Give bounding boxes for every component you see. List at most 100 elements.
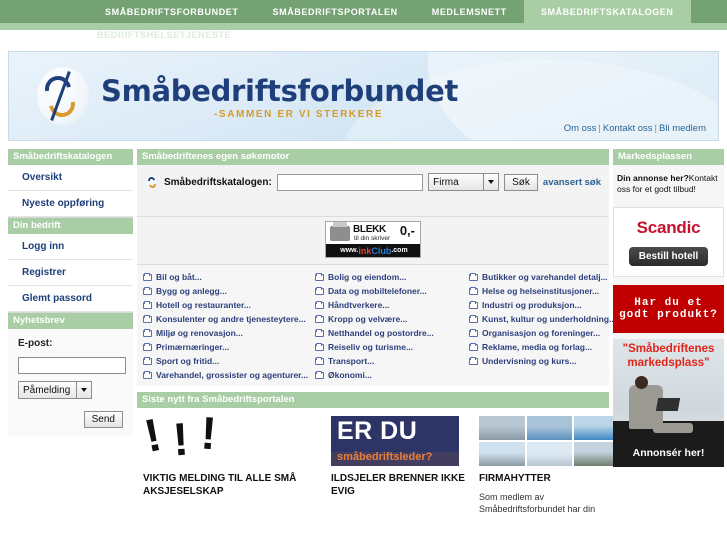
news-image-subline: småbedriftsleder? xyxy=(337,451,433,463)
product-ad-line2: godt produkt? xyxy=(619,309,718,321)
ad-headline: BLEKK xyxy=(353,224,386,235)
banner-ad-row: BLEKK 0,- til din skriver www. ink Club .co… xyxy=(137,217,609,264)
sidebar-item-nyeste-oppforing[interactable]: Nyeste oppføring xyxy=(8,191,133,217)
sidebar-section-title-nyhetsbrev: Nyhetsbrev xyxy=(8,313,133,329)
category-item[interactable]: Netthandel og postordre... xyxy=(315,326,463,340)
marketplace-ad-line1: "Småbedriftenes xyxy=(622,343,715,355)
category-label: Primærnæringer... xyxy=(156,342,230,352)
nav-tab-smabedriftskatalogen[interactable]: SMÅBEDRIFTSKATALOGEN xyxy=(523,0,691,23)
marketplace-ad-invite[interactable]: Din annonse her?Kontakt oss for et godt … xyxy=(613,165,724,205)
product-ad-line1: Har du et xyxy=(634,297,703,309)
news-item-1: !!! VIKTIG MELDING TIL ALLE SMÅ AKSJESEL… xyxy=(137,407,323,515)
content-columns: Småbedriftskatalogen Oversikt Nyeste opp… xyxy=(8,149,724,515)
news-title[interactable]: FIRMAHYTTER xyxy=(479,472,625,485)
ad-url-www: www. xyxy=(340,247,359,254)
ad-url-com: .com xyxy=(391,247,408,254)
ad-url-ink: ink xyxy=(358,245,372,256)
nav-tab-medlemsnett[interactable]: MEDLEMSNETT xyxy=(415,0,524,23)
ad-url-club: Club xyxy=(371,245,392,256)
newsletter-send-button[interactable]: Send xyxy=(83,411,123,428)
category-item[interactable]: Konsulenter og andre tjenesteytere... xyxy=(143,312,309,326)
folder-icon xyxy=(315,342,324,351)
top-nav-tab-list: SMÅBEDRIFTSFORBUNDET SMÅBEDRIFTSPORTALEN… xyxy=(0,0,727,23)
chevron-down-icon xyxy=(76,382,88,398)
news-title[interactable]: VIKTIG MELDING TIL ALLE SMÅ AKSJESELSKAP xyxy=(143,472,323,498)
category-item[interactable]: Industri og produksjon... xyxy=(469,298,609,312)
category-panel: Bil og båt... Bygg og anlegg... Hotell o… xyxy=(137,264,616,386)
newsletter-action-select[interactable]: Påmelding xyxy=(18,381,93,399)
category-item[interactable]: Sport og fritid... xyxy=(143,354,309,368)
category-item[interactable]: Reiseliv og turisme... xyxy=(315,340,463,354)
news-panel-title: Siste nytt fra Småbedriftsportalen xyxy=(137,392,609,408)
category-item[interactable]: Bolig og eiendom... xyxy=(315,270,463,284)
header-utility-links: Om oss | Kontakt oss | Bli medlem xyxy=(564,123,706,134)
sidebar-item-logg-inn[interactable]: Logg inn xyxy=(8,234,133,260)
category-item[interactable]: Økonomi... xyxy=(315,368,463,382)
folder-icon xyxy=(469,272,478,281)
category-item[interactable]: Undervisning og kurs... xyxy=(469,354,609,368)
sidebar-item-registrer[interactable]: Registrer xyxy=(8,260,133,286)
news-image-er-du[interactable]: ER DU småbedriftsleder? xyxy=(331,416,459,466)
folder-icon xyxy=(143,328,152,337)
header-link-bli-medlem[interactable]: Bli medlem xyxy=(659,123,706,134)
category-item[interactable]: Hotell og restauranter... xyxy=(143,298,309,312)
folder-icon xyxy=(469,286,478,295)
folder-icon xyxy=(143,286,152,295)
nav-tab-bedriftshelsetjeneste[interactable]: BEDRIFTSHELSETJENESTE xyxy=(97,30,231,40)
category-item[interactable]: Håndtverkere... xyxy=(315,298,463,312)
ad-price: 0,- xyxy=(399,223,415,238)
category-columns: Bil og båt... Bygg og anlegg... Hotell o… xyxy=(137,270,616,382)
product-ad-banner[interactable]: Har du et godt produkt? xyxy=(613,285,724,333)
category-label: Økonomi... xyxy=(328,370,372,380)
brand-logo-icon[interactable] xyxy=(37,67,89,125)
sidebar-group-din-bedrift: Logg inn Registrer Glemt passord xyxy=(8,234,133,313)
advanced-search-link[interactable]: avansert søk xyxy=(543,177,601,188)
category-label: Reiseliv og turisme... xyxy=(328,342,414,352)
header-link-om-oss[interactable]: Om oss xyxy=(564,123,597,134)
category-item[interactable]: Kropp og velvære... xyxy=(315,312,463,326)
search-input[interactable] xyxy=(276,173,424,191)
category-label: Reklame, media og forlag... xyxy=(482,342,593,352)
sidebar-item-glemt-passord[interactable]: Glemt passord xyxy=(8,286,133,312)
scandic-book-button[interactable]: Bestill hotell xyxy=(628,247,709,266)
category-item[interactable]: Bygg og anlegg... xyxy=(143,284,309,298)
search-submit-button[interactable]: Søk xyxy=(504,173,538,191)
category-item[interactable]: Varehandel, grossister og agenturer... xyxy=(143,368,309,382)
newsletter-submit-row: Send xyxy=(18,411,127,428)
news-thumbnail-grid[interactable] xyxy=(479,416,620,466)
category-item[interactable]: Transport... xyxy=(315,354,463,368)
folder-icon xyxy=(469,314,478,323)
category-item[interactable]: Helse og helseinstitusjoner... xyxy=(469,284,609,298)
marketplace-body: Din annonse her?Kontakt oss for et godt … xyxy=(613,165,724,467)
header-link-kontakt-oss[interactable]: Kontakt oss xyxy=(603,123,653,134)
nav-tab-smabedriftsportalen[interactable]: SMÅBEDRIFTSPORTALEN xyxy=(256,0,415,23)
category-item[interactable]: Reklame, media og forlag... xyxy=(469,340,609,354)
nav-tab-smabedriftsforbundet[interactable]: SMÅBEDRIFTSFORBUNDET xyxy=(88,0,256,23)
category-item[interactable]: Bil og båt... xyxy=(143,270,309,284)
category-item[interactable]: Butikker og varehandel detalj... xyxy=(469,270,609,284)
category-item[interactable]: Miljø og renovasjon... xyxy=(143,326,309,340)
scandic-ad[interactable]: Scandic Bestill hotell xyxy=(613,207,724,277)
newsletter-email-input[interactable] xyxy=(18,357,126,374)
category-item[interactable]: Primærnæringer... xyxy=(143,340,309,354)
marketplace-panel-title: Markedsplassen xyxy=(613,149,724,165)
category-label: Organisasjon og foreninger... xyxy=(482,328,601,338)
sidebar-item-oversikt[interactable]: Oversikt xyxy=(8,165,133,191)
marketplace-ad-headline: "Småbedriftenes markedsplass" xyxy=(613,342,724,370)
news-title[interactable]: ILDSJELER BRENNER IKKE EVIG xyxy=(331,472,471,498)
inkclub-banner-ad[interactable]: BLEKK 0,- til din skriver www. ink Club .co… xyxy=(325,221,421,258)
folder-icon xyxy=(469,328,478,337)
sidebar-section-title-katalogen: Småbedriftskatalogen xyxy=(8,149,133,165)
marketplace-ad[interactable]: "Småbedriftenes markedsplass" Annonsér h… xyxy=(613,339,724,467)
category-item[interactable]: Kunst, kultur og underholdning... xyxy=(469,312,616,326)
category-label: Miljø og renovasjon... xyxy=(156,328,243,338)
category-label: Kropp og velvære... xyxy=(328,314,408,324)
category-item[interactable]: Data og mobiltelefoner... xyxy=(315,284,463,298)
folder-icon xyxy=(315,300,324,309)
page-wrapper: Småbedriftsforbundet -SAMMEN ER VI STERK… xyxy=(0,51,727,515)
category-label: Butikker og varehandel detalj... xyxy=(482,272,608,282)
category-item[interactable]: Organisasjon og foreninger... xyxy=(469,326,609,340)
search-scope-select[interactable]: Firma xyxy=(428,173,500,191)
marketplace-ad-cta: Annonsér her! xyxy=(632,447,705,459)
folder-icon xyxy=(143,342,152,351)
